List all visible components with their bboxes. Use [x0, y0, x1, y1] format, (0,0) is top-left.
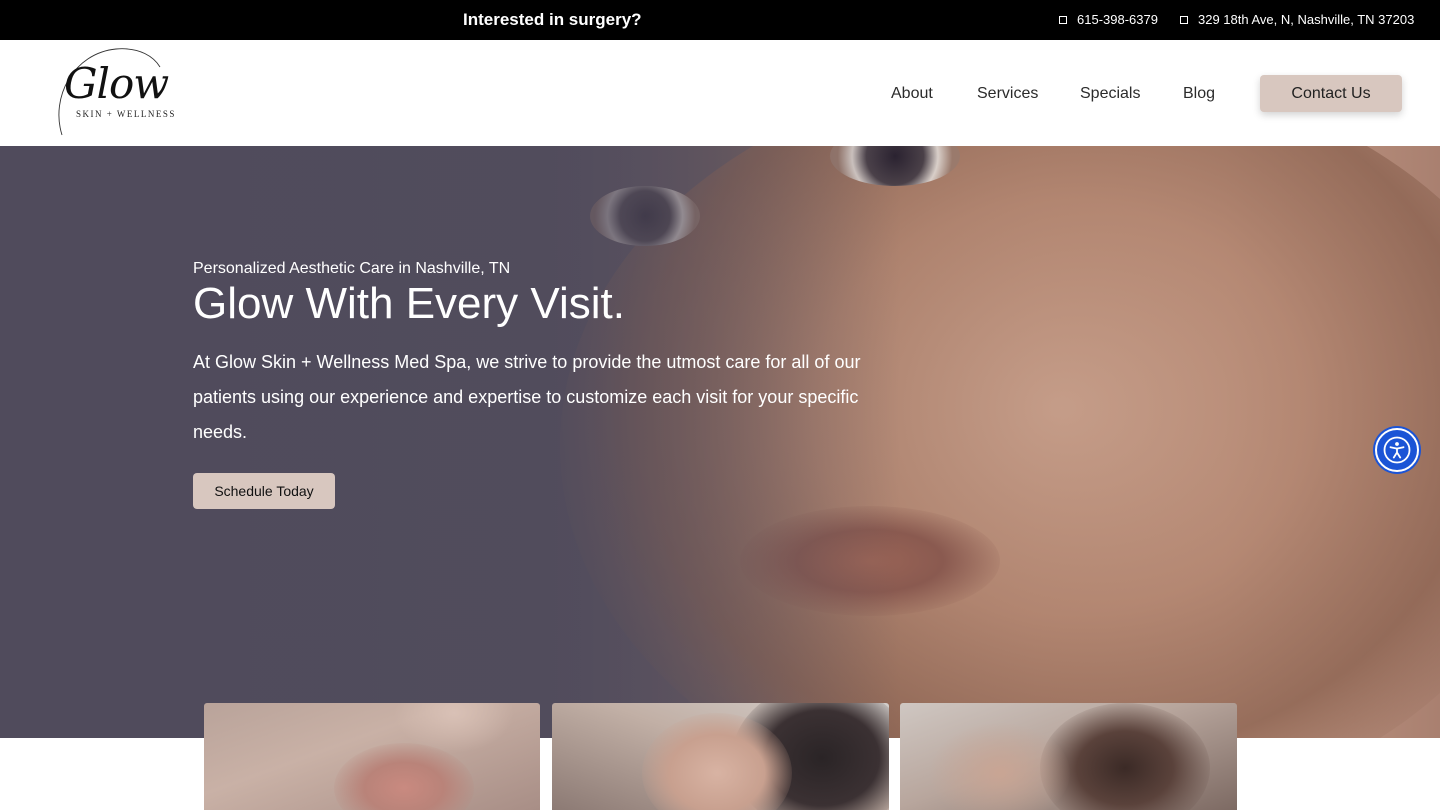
- hero-eyebrow: Personalized Aesthetic Care in Nashville…: [193, 260, 511, 277]
- service-card-image[interactable]: [900, 703, 1237, 810]
- service-card-image[interactable]: [552, 703, 889, 810]
- phone-number: 615-398-6379: [1077, 12, 1158, 27]
- address-link[interactable]: 329 18th Ave, N, Nashville, TN 37203: [1180, 12, 1414, 27]
- card-photo-detail: [334, 743, 474, 810]
- nav-about[interactable]: About: [891, 85, 933, 103]
- phone-link[interactable]: 615-398-6379: [1059, 12, 1158, 27]
- card-photo-detail: [930, 723, 1070, 810]
- nav-blog[interactable]: Blog: [1183, 85, 1215, 103]
- address-text: 329 18th Ave, N, Nashville, TN 37203: [1198, 12, 1415, 27]
- nav-services[interactable]: Services: [977, 85, 1038, 103]
- hero-description: At Glow Skin + Wellness Med Spa, we stri…: [193, 352, 861, 442]
- hero-section: Personalized Aesthetic Care in Nashville…: [0, 146, 1440, 738]
- accessibility-button[interactable]: [1375, 428, 1419, 472]
- contact-us-button[interactable]: Contact Us: [1260, 75, 1402, 112]
- schedule-today-button[interactable]: Schedule Today: [193, 473, 335, 509]
- location-icon: [1180, 15, 1188, 24]
- phone-icon: [1059, 15, 1067, 24]
- surgery-promo-link[interactable]: Interested in surgery?: [463, 10, 642, 30]
- service-card-image[interactable]: [204, 703, 540, 810]
- logo-wordmark: Glow: [64, 59, 169, 108]
- logo-tagline: SKIN + WELLNESS: [76, 109, 176, 119]
- nav-specials[interactable]: Specials: [1080, 85, 1140, 103]
- glow-logo[interactable]: Glow SKIN + WELLNESS: [54, 47, 184, 139]
- top-bar: Interested in surgery? 615-398-6379 329 …: [0, 0, 1440, 40]
- accessibility-icon: [1383, 436, 1411, 464]
- hero-headline: Glow With Every Visit.: [193, 279, 625, 328]
- site-header: Glow SKIN + WELLNESS About Services Spec…: [0, 40, 1440, 146]
